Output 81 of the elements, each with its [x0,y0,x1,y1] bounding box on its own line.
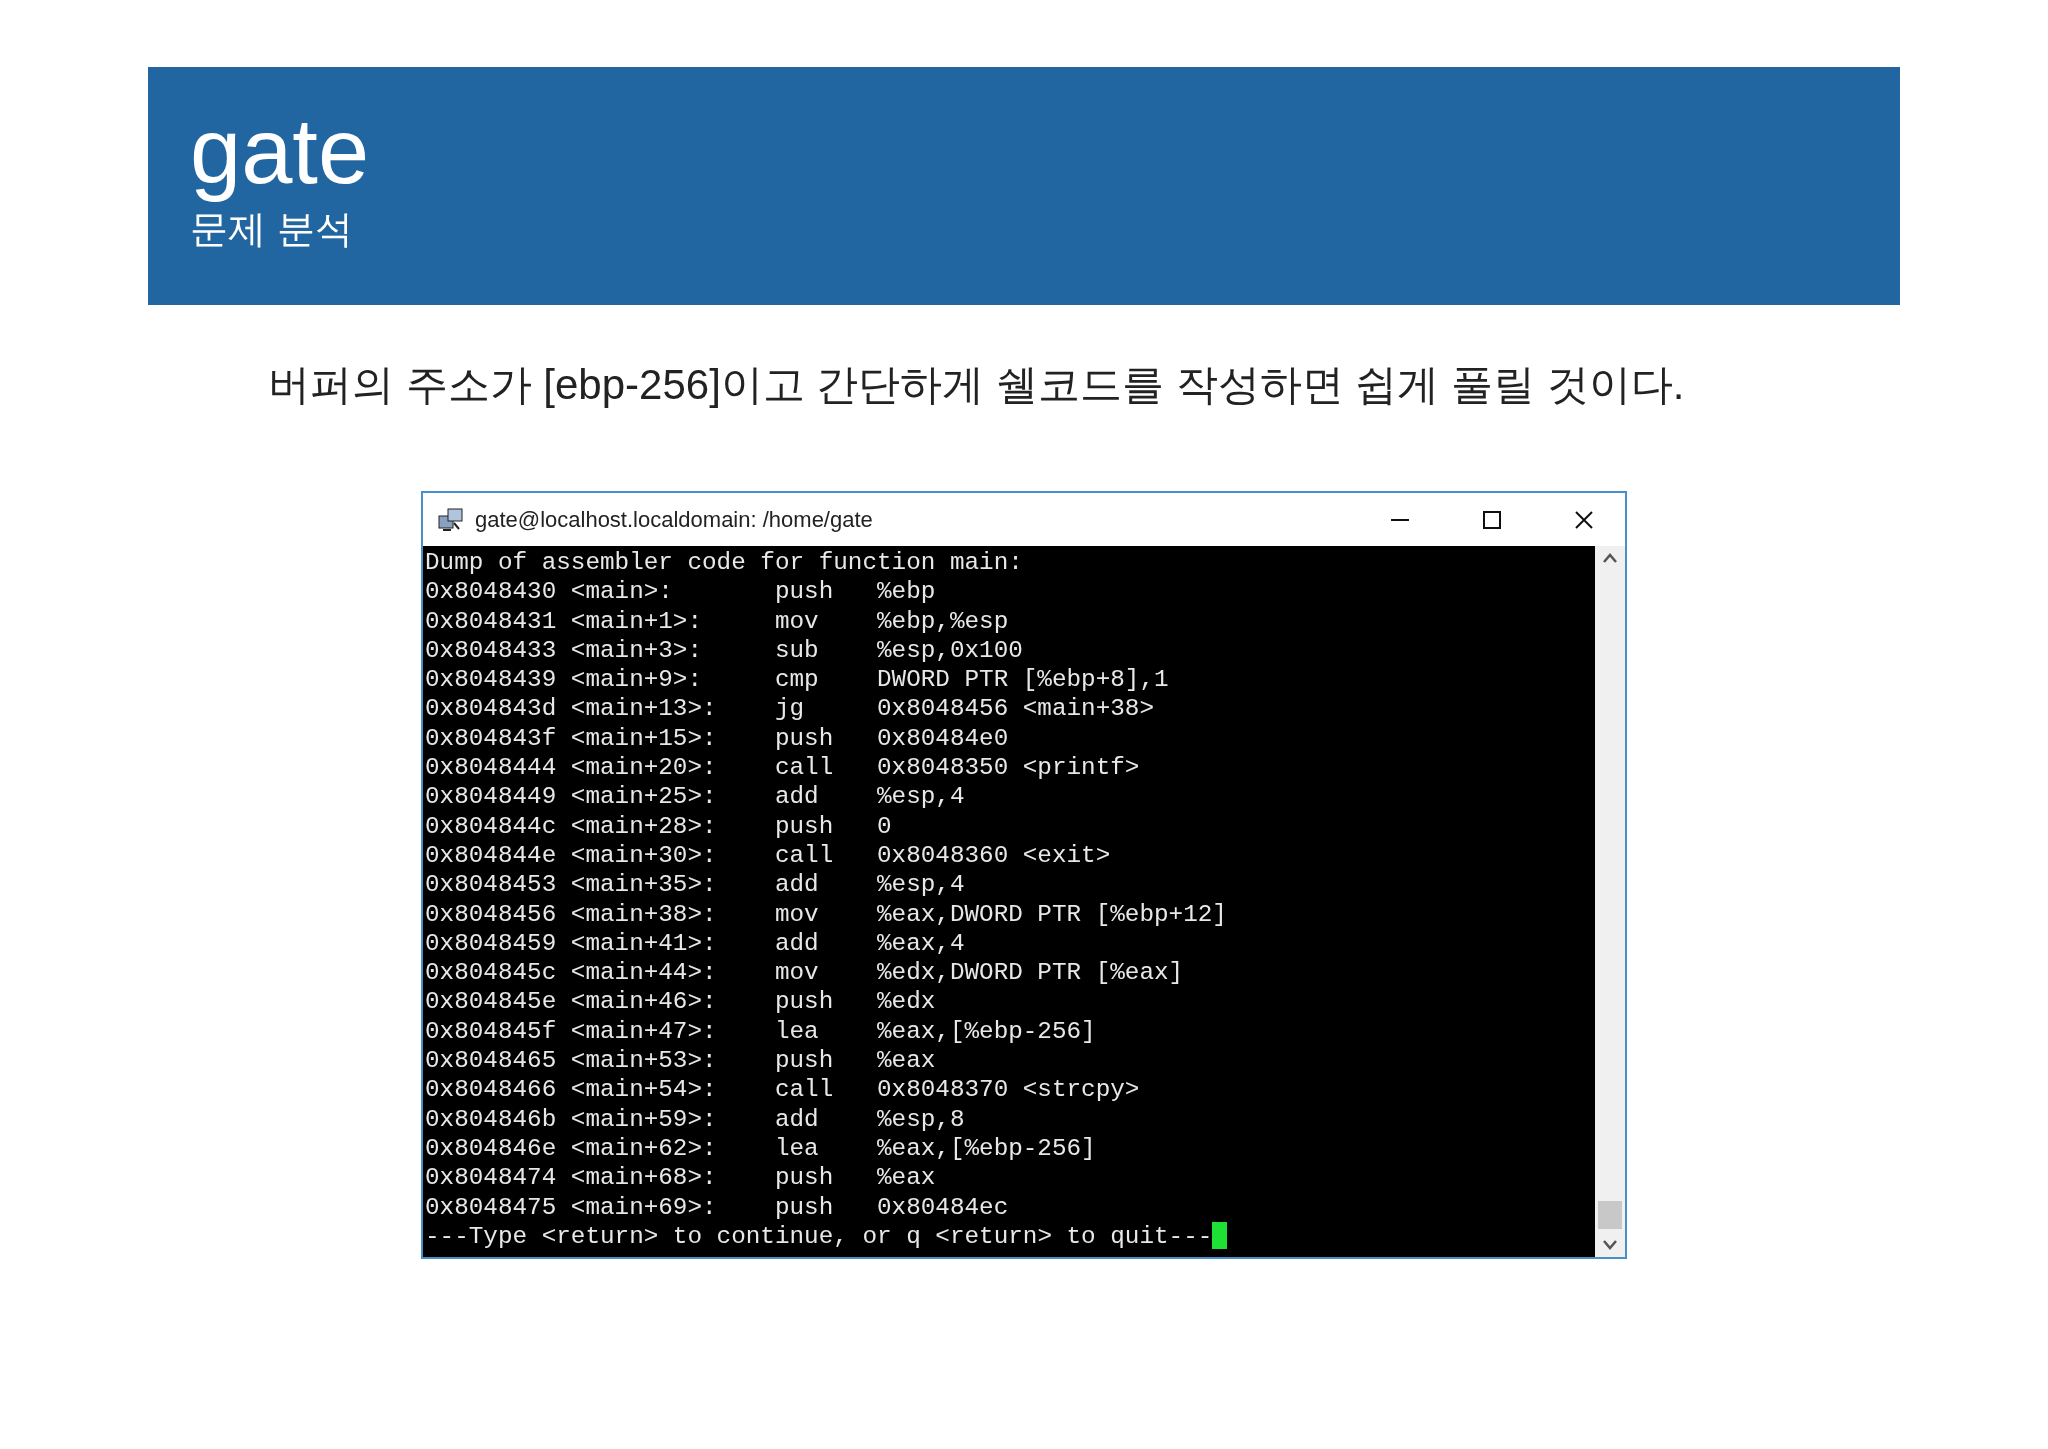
address-label: 0x804845f <main+47>: [425,1017,717,1045]
instruction-mnemonic: lea [774,1134,819,1162]
address-label: 0x804843f <main+15>: [425,724,717,752]
scroll-up-icon[interactable] [1602,552,1618,564]
instruction-operand: %eax [877,1047,936,1075]
instruction-mnemonic: lea [774,1017,819,1045]
instruction-operand: %eax,DWORD PTR [%ebp+12] [877,900,1227,928]
address-label: 0x8048459 <main+41>: [425,929,717,957]
address-label: 0x804843d <main+13>: [425,695,717,723]
instruction-mnemonic: push [774,1047,834,1075]
text-cursor [1212,1221,1228,1249]
address-label: 0x804845e <main+46>: [425,988,717,1016]
instruction-operand: %ebp [877,578,936,606]
instruction-mnemonic: push [774,724,834,752]
address-label: 0x804846e <main+62>: [425,1134,717,1162]
instruction-mnemonic: add [774,871,819,899]
instruction-mnemonic: call [774,1076,834,1104]
scrollbar[interactable] [1595,546,1625,1258]
close-icon [1574,509,1594,530]
address-label: 0x8048465 <main+53>: [425,1047,717,1075]
address-label: 0x8048475 <main+69>: [425,1193,717,1221]
address-label: 0x8048444 <main+20>: [425,754,717,782]
address-label: 0x804845c <main+44>: [425,959,717,987]
instruction-mnemonic: push [774,1193,834,1221]
address-label: 0x804844e <main+30>: [425,841,717,869]
window-title: gate@localhost.localdomain: /home/gate [475,506,874,533]
instruction-mnemonic: sub [774,636,819,664]
instruction-operand: %esp,8 [877,1105,965,1133]
address-label: 0x8048433 <main+3>: [425,636,703,664]
instruction-mnemonic: add [774,929,819,957]
address-label: 0x8048456 <main+38>: [425,900,717,928]
instruction-operand: 0x8048456 <main+38> [877,695,1154,723]
instruction-mnemonic: mov [774,607,819,635]
instruction-operand: %eax [877,1164,936,1192]
address-label: 0x8048430 <main>: [425,578,673,606]
terminal-line: Dump of assembler code for function main: [425,548,1023,578]
instruction-mnemonic: call [774,841,834,869]
instruction-mnemonic: mov [774,959,819,987]
instruction-mnemonic: mov [774,900,819,928]
instruction-mnemonic: jg [774,695,805,723]
slide-subtitle: 문제 분석 [190,207,353,251]
slide-title: gate [190,99,370,204]
address-label: 0x8048453 <main+35>: [425,871,717,899]
address-label: 0x8048431 <main+1>: [425,607,703,635]
address-label: 0x804844c <main+28>: [425,812,717,840]
maximize-icon [1482,509,1502,530]
instruction-operand: 0x80484e0 [877,724,1009,752]
instruction-operand: %eax,[%ebp-256] [877,1017,1096,1045]
address-label: 0x8048439 <main+9>: [425,666,703,694]
instruction-operand: %ebp,%esp [877,607,1009,635]
instruction-mnemonic: add [774,1105,819,1133]
instruction-operand: 0x8048350 <printf> [877,754,1140,782]
instruction-operand: 0 [877,812,892,840]
scroll-down-icon[interactable] [1602,1239,1618,1252]
instruction-mnemonic: push [774,1164,834,1192]
minimize-icon [1390,518,1410,521]
instruction-mnemonic: add [774,783,819,811]
instruction-operand: %eax,[%ebp-256] [877,1134,1096,1162]
instruction-operand: %esp,0x100 [877,636,1023,664]
terminal-prompt: ---Type <return> to continue, or q <return> to quit--- [425,1221,1213,1252]
address-label: 0x8048466 <main+54>: [425,1076,717,1104]
instruction-mnemonic: push [774,988,834,1016]
description-text: 버퍼의 주소가 [ebp-256]이고 간단하게 쉘코드를 작성하면 쉽게 풀릴 것이다. [268,360,1685,410]
instruction-mnemonic: push [774,578,834,606]
instruction-mnemonic: push [774,812,834,840]
instruction-operand: 0x8048360 <exit> [877,841,1111,869]
instruction-operand: %esp,4 [877,783,965,811]
scroll-thumb[interactable] [1598,1201,1622,1230]
instruction-operand: %esp,4 [877,871,965,899]
instruction-operand: DWORD PTR [%ebp+8],1 [877,666,1169,694]
address-label: 0x8048449 <main+25>: [425,783,717,811]
instruction-operand: 0x8048370 <strcpy> [877,1076,1140,1104]
address-label: 0x8048474 <main+68>: [425,1164,717,1192]
terminal-app-icon [437,505,465,534]
instruction-operand: 0x80484ec [877,1193,1009,1221]
instruction-operand: %eax,4 [877,929,965,957]
instruction-operand: %edx,DWORD PTR [%eax] [877,959,1184,987]
instruction-mnemonic: call [774,754,834,782]
instruction-operand: %edx [877,988,936,1016]
address-label: 0x804846b <main+59>: [425,1105,717,1133]
instruction-mnemonic: cmp [774,666,819,694]
